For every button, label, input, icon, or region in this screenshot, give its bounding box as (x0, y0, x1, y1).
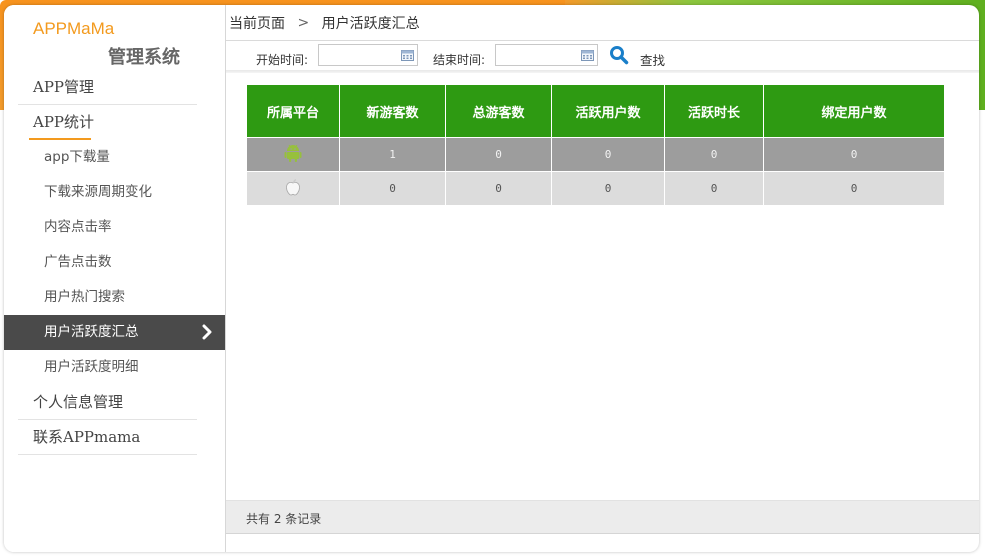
breadcrumb-current: 用户活跃度汇总 (321, 16, 420, 32)
sidebar-item-ad-clicks[interactable]: 广告点击数 (4, 245, 225, 280)
sidebar-item-label: 联系APPmama (33, 428, 141, 446)
active-duration-cell: 0 (664, 137, 764, 172)
sidebar-item-hot-searches[interactable]: 用户热门搜索 (4, 280, 225, 315)
sidebar-item-label: 个人信息管理 (33, 393, 124, 411)
sidebar-item-label: 用户活跃度汇总 (44, 324, 139, 340)
new-visitors-cell: 1 (339, 137, 446, 172)
sidebar-item-app-statistics[interactable]: APP统计 (4, 105, 225, 140)
column-header: 新游客数 (339, 85, 446, 138)
column-header: 所属平台 (246, 85, 340, 138)
sidebar-menu: APP管理 APP统计 app下载量 下载来源周期变化 内容点击率 广告点击数 … (4, 70, 225, 455)
start-time-label: 开始时间: (256, 53, 309, 67)
start-time-input[interactable] (318, 44, 418, 66)
sidebar-item-contact[interactable]: 联系APPmama (4, 420, 225, 455)
active-users-cell: 0 (551, 171, 665, 206)
platform-cell (246, 137, 340, 172)
table-row[interactable]: 0 0 0 0 0 (246, 171, 945, 206)
table-row[interactable]: 1 0 0 0 0 (246, 137, 945, 172)
sidebar-item-label: APP管理 (33, 78, 95, 96)
sidebar-item-label: 内容点击率 (44, 219, 112, 235)
platform-cell (246, 171, 340, 206)
sidebar-item-content-click-rate[interactable]: 内容点击率 (4, 210, 225, 245)
breadcrumb: 当前页面 > 用户活跃度汇总 (229, 13, 420, 33)
column-header: 活跃用户数 (551, 85, 665, 138)
total-visitors-cell: 0 (445, 137, 552, 172)
apple-icon (285, 178, 301, 199)
sidebar-item-activity-detail[interactable]: 用户活跃度明细 (4, 350, 225, 385)
bound-users-cell: 0 (763, 171, 945, 206)
chevron-right-icon (199, 324, 215, 340)
filter-bar: 开始时间: 结束时间: 查找 (226, 41, 979, 71)
brand-subtitle: 管理系统 (108, 47, 180, 68)
table-header-row: 所属平台 新游客数 总游客数 活跃用户数 活跃时长 绑定用户数 (246, 85, 945, 138)
sidebar-item-download-source-cycle[interactable]: 下载来源周期变化 (4, 175, 225, 210)
end-time-label: 结束时间: (433, 53, 486, 67)
active-users-cell: 0 (551, 137, 665, 172)
sidebar-item-label: app下载量 (44, 149, 110, 165)
sidebar-item-label: 广告点击数 (44, 254, 112, 270)
sidebar-item-label: 下载来源周期变化 (44, 184, 152, 200)
sidebar-item-label: APP统计 (33, 113, 95, 131)
end-time-input[interactable] (495, 44, 598, 66)
table-footer: 共有 2 条记录 (226, 500, 979, 534)
sidebar-item-activity-summary[interactable]: 用户活跃度汇总 (4, 315, 225, 350)
activity-summary-table: 所属平台 新游客数 总游客数 活跃用户数 活跃时长 绑定用户数 1 0 0 0 … (246, 85, 945, 206)
column-header: 总游客数 (445, 85, 552, 138)
search-button[interactable]: 查找 (640, 50, 665, 69)
search-icon[interactable] (609, 45, 629, 65)
column-header: 绑定用户数 (763, 85, 945, 138)
divider (18, 454, 197, 455)
android-icon (284, 143, 302, 166)
bound-users-cell: 0 (763, 137, 945, 172)
calendar-icon[interactable] (401, 49, 414, 61)
calendar-icon[interactable] (581, 49, 594, 61)
total-visitors-cell: 0 (445, 171, 552, 206)
breadcrumb-separator: > (297, 15, 310, 31)
record-count: 共有 2 条记录 (246, 512, 322, 526)
sidebar-item-app-downloads[interactable]: app下载量 (4, 140, 225, 175)
app-frame: APPMaMa 管理系统 APP管理 APP统计 app下载量 下载来源周期变化… (4, 5, 979, 552)
sidebar-item-label: 用户热门搜索 (44, 289, 125, 305)
breadcrumb-root[interactable]: 当前页面 (229, 16, 285, 32)
sidebar-item-label: 用户活跃度明细 (44, 359, 139, 375)
sidebar-item-personal-info[interactable]: 个人信息管理 (4, 385, 225, 420)
sidebar-item-app-management[interactable]: APP管理 (4, 70, 225, 105)
sidebar: APPMaMa 管理系统 APP管理 APP统计 app下载量 下载来源周期变化… (4, 5, 226, 552)
new-visitors-cell: 0 (339, 171, 446, 206)
active-duration-cell: 0 (664, 171, 764, 206)
divider (226, 70, 979, 73)
column-header: 活跃时长 (664, 85, 764, 138)
brand-name: APPMaMa (33, 19, 115, 38)
main-content: 当前页面 > 用户活跃度汇总 开始时间: 结束时间: 查找 所属平台 新游客数 … (226, 5, 979, 552)
